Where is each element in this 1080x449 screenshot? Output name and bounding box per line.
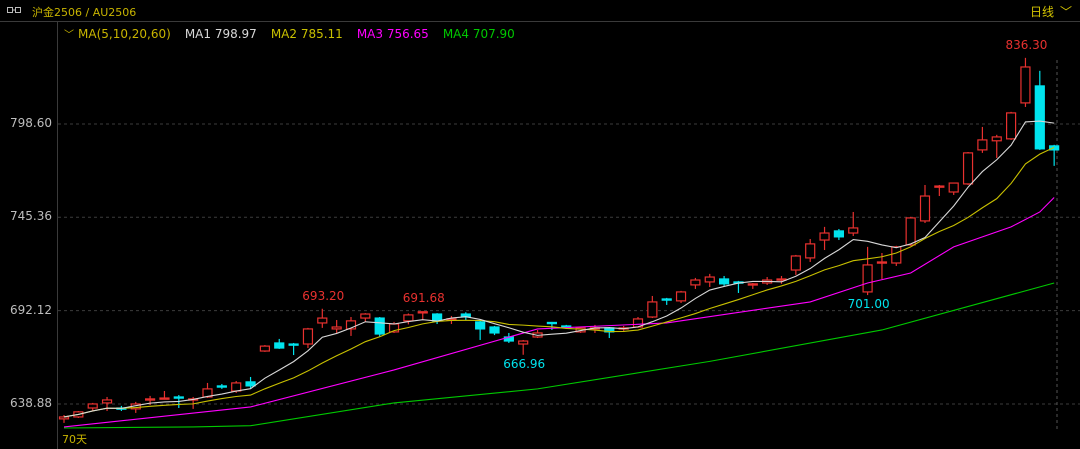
y-tick-label: 745.36 [10, 209, 52, 224]
extreme-price-label: 693.20 [302, 288, 345, 303]
candle-up [331, 326, 342, 330]
candle-down [1034, 85, 1045, 150]
candle-down [475, 321, 486, 330]
candle-up [675, 291, 687, 302]
candle-up [819, 232, 830, 241]
candle-down [661, 298, 672, 301]
extreme-price-label: 701.00 [847, 297, 890, 312]
candle-up [1020, 66, 1031, 104]
y-tick-label: 638.88 [10, 396, 52, 410]
candle-up [948, 182, 959, 193]
candle-down [288, 343, 299, 346]
candle-up [302, 328, 314, 345]
candle-down [432, 313, 443, 322]
candle-down [216, 385, 227, 388]
candle-up [919, 195, 931, 222]
ma2-line [63, 146, 1055, 418]
candle-down [274, 342, 285, 349]
candle-up [905, 217, 916, 246]
candle-up [360, 313, 371, 319]
ma1-line [63, 120, 1055, 418]
candle-up [317, 317, 328, 324]
candle-up [417, 311, 428, 314]
candle-up [145, 398, 156, 401]
candle-up [101, 399, 113, 404]
y-tick-label: 798.60 [10, 115, 52, 130]
candle-up [159, 397, 170, 400]
candle-up [747, 283, 758, 286]
candle-up [704, 276, 715, 283]
candle-up [647, 301, 658, 318]
candle-up [1005, 112, 1017, 140]
candle-up [776, 278, 787, 281]
candle-up [962, 152, 974, 185]
candle-up [848, 227, 859, 234]
candle-up [977, 139, 988, 151]
candle-up [934, 185, 945, 188]
candle-up [876, 261, 888, 264]
candle-down [546, 321, 558, 325]
candle-up [805, 243, 816, 259]
candle-up [231, 382, 242, 392]
candle-up [259, 345, 270, 352]
candle-up [790, 255, 801, 271]
extreme-price-label: 691.68 [402, 291, 445, 306]
ma4-line [63, 282, 1055, 429]
candle-up [87, 403, 98, 409]
candle-down [489, 326, 500, 334]
extreme-price-label: 666.96 [503, 356, 546, 371]
days-label: 70天 [62, 433, 87, 446]
candle-down [245, 381, 256, 387]
candle-up [862, 264, 873, 293]
candle-up [403, 314, 414, 322]
candle-down [718, 278, 730, 285]
candle-down [374, 317, 385, 335]
candle-down [833, 230, 845, 238]
candle-up [991, 136, 1002, 142]
y-tick-label: 692.12 [10, 302, 52, 317]
candle-up [58, 416, 70, 420]
candle-up [891, 246, 902, 264]
candle-down [173, 396, 184, 399]
candle-up [518, 340, 529, 345]
extreme-price-label: 836.30 [1005, 37, 1048, 52]
candlestick-chart[interactable] [0, 0, 1080, 449]
candle-up [690, 279, 701, 286]
